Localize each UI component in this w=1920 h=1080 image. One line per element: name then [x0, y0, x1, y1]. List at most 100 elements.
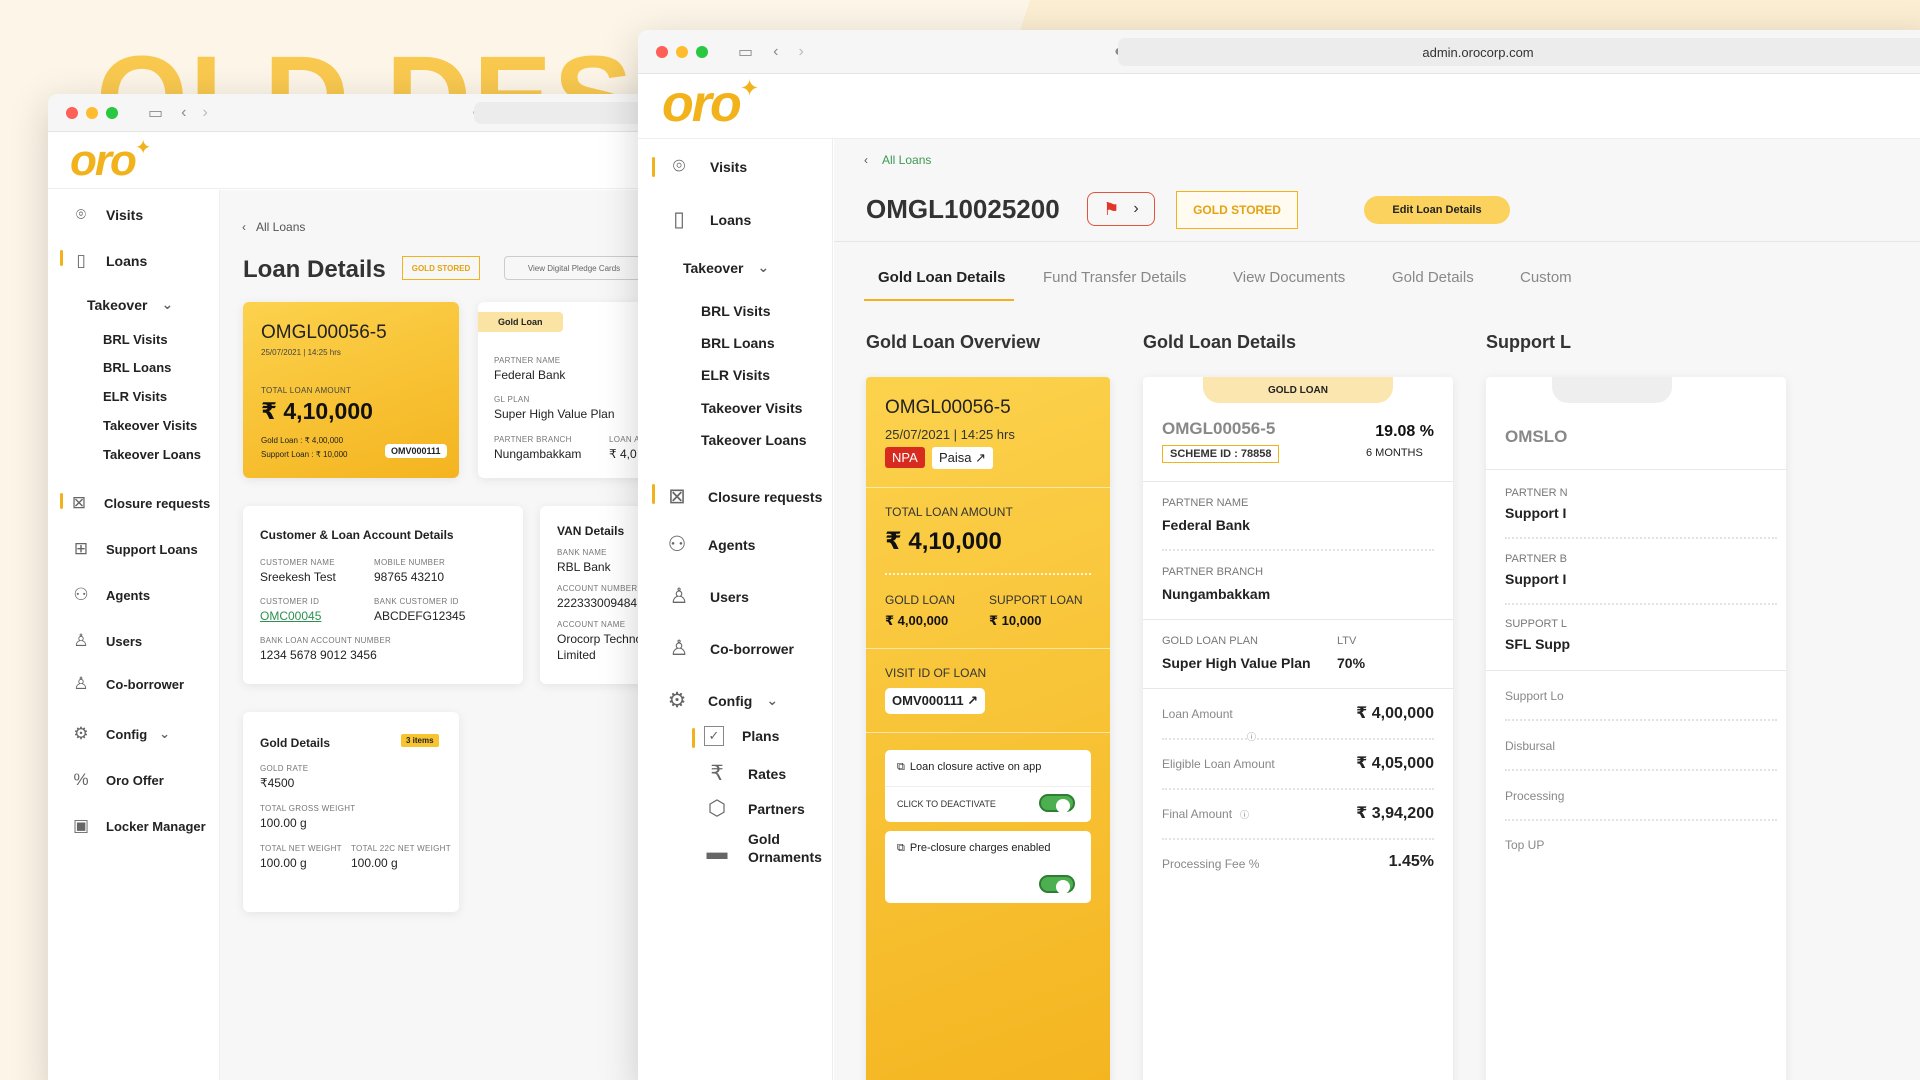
active-indicator [60, 250, 63, 266]
nav-brl-loans[interactable]: BRL Loans [701, 335, 775, 351]
nav-coborrower[interactable]: ♙ Co-borrower [666, 636, 794, 661]
back-link[interactable]: ‹ All Loans [242, 220, 305, 234]
nav-loans[interactable]: ▯ Loans [666, 207, 751, 232]
locker-icon: ▣ [72, 816, 90, 835]
npa-badge: NPA [885, 447, 925, 468]
nav-takeover[interactable]: Takeover ⌄ [683, 259, 769, 276]
plan-value: Super High Value Plan [494, 407, 615, 421]
preclosure-toggle[interactable] [1039, 875, 1075, 894]
customer-id-link[interactable]: OMC00045 [260, 609, 321, 623]
branch-value: Nungambakkam [494, 447, 582, 461]
nav-gold-ornaments[interactable]: ▬ Gold Ornaments [704, 831, 822, 865]
scheme-id-badge: SCHEME ID : 78858 [1162, 445, 1280, 463]
eligible-amount-label: Eligible Loan Amount [1162, 757, 1275, 771]
maximize-window-button[interactable] [696, 45, 708, 58]
gold-loan-label: GOLD LOAN [885, 593, 956, 607]
overview-date: 25/07/2021 | 14:25 hrs [885, 427, 1015, 442]
nav-rates[interactable]: ₹ Rates [704, 761, 786, 786]
closure-toggle-card: ⧉ Loan closure active on app CLICK TO DEA… [885, 750, 1091, 822]
nav-users[interactable]: ♙ Users [70, 630, 142, 652]
edit-loan-details-button[interactable]: Edit Loan Details [1364, 196, 1510, 224]
dotted-divider [1505, 769, 1777, 771]
overview-total-label: TOTAL LOAN AMOUNT [885, 505, 1013, 519]
new-sidebar: ⌾ Visits ▯ Loans Takeover ⌄ BRL Visits BRL … [638, 139, 833, 1080]
support-loan-card: OMSLO PARTNER N Support I PARTNER B Supp… [1486, 377, 1786, 1080]
address-bar[interactable]: admin.orocorp.com [1118, 38, 1920, 66]
info-icon[interactable]: ⓘ [1247, 730, 1257, 743]
tab-view-documents[interactable]: View Documents [1233, 269, 1345, 286]
details-loan-id: OMGL00056-5 [1162, 419, 1276, 438]
nav-plans[interactable]: ✓ Plans [704, 726, 779, 746]
nav-elr-visits[interactable]: ELR Visits [103, 389, 167, 404]
nav-takeover[interactable]: Takeover ⌄ [87, 296, 173, 313]
nav-config[interactable]: ⚙ Config ⌄ [664, 688, 778, 713]
info-icon[interactable]: ⓘ [1240, 810, 1249, 820]
customer-id-label: CUSTOMER ID [260, 597, 320, 606]
close-window-button[interactable] [66, 106, 78, 119]
nav-agents[interactable]: ⚇ Agents [70, 584, 150, 606]
nav-support-loans[interactable]: ⊞ Support Loans [70, 538, 198, 560]
nav-closure-requests[interactable]: ⊠ Closure requests [68, 492, 210, 514]
nav-closure-requests[interactable]: ⊠ Closure requests [664, 484, 822, 509]
nav-takeover-visits[interactable]: Takeover Visits [103, 418, 197, 433]
loan-date: 25/07/2021 | 14:25 hrs [261, 348, 341, 357]
oro-logo[interactable]: oro✦ [662, 74, 759, 134]
loan-summary-card[interactable]: OMGL00056-5 25/07/2021 | 14:25 hrs TOTAL… [243, 302, 459, 478]
maximize-window-button[interactable] [106, 106, 118, 119]
loan-closure-toggle[interactable] [1039, 794, 1075, 813]
forward-arrow-icon[interactable]: › [202, 104, 207, 122]
nav-locker-manager[interactable]: ▣ Locker Manager [70, 815, 206, 837]
visit-id-chip[interactable]: OMV000111 ↗ [885, 688, 986, 714]
chevron-left-icon: ‹ [242, 220, 246, 234]
partner-branch-label: PARTNER BRANCH [1162, 566, 1264, 578]
nav-brl-loans[interactable]: BRL Loans [103, 360, 171, 375]
account-number: 1234 5678 9012 3456 [260, 648, 377, 662]
flag-button[interactable]: ⚑ › [1087, 192, 1155, 226]
support-partner-b: Support I [1505, 571, 1567, 587]
tab-fund-transfer[interactable]: Fund Transfer Details [1043, 269, 1186, 286]
nav-visits[interactable]: ⌾ Visits [70, 204, 143, 226]
back-arrow-icon[interactable]: ‹ [181, 104, 186, 122]
sidebar-toggle-icon[interactable]: ▭ [738, 42, 753, 62]
agents-icon: ⚇ [73, 585, 89, 604]
nav-brl-visits[interactable]: BRL Visits [701, 303, 771, 319]
minimize-window-button[interactable] [676, 45, 688, 58]
sidebar-toggle-icon[interactable]: ▭ [148, 103, 163, 123]
branch-label: PARTNER BRANCH [494, 435, 572, 444]
nav-elr-visits[interactable]: ELR Visits [701, 367, 770, 383]
gold-loan-tag: Gold Loan [478, 312, 563, 332]
forward-arrow-icon[interactable]: › [798, 43, 803, 61]
nav-visits[interactable]: ⌾ Visits [666, 155, 747, 179]
tab-gold-details[interactable]: Gold Details [1392, 269, 1474, 286]
nav-loans[interactable]: ▯ Loans [70, 250, 147, 272]
old-titlebar: ▭ ‹ › ◐ [48, 94, 688, 132]
processing-fee-label: Processing Fee % [1162, 857, 1260, 871]
minimize-window-button[interactable] [86, 106, 98, 119]
nav-agents[interactable]: ⚇ Agents [664, 532, 756, 557]
paisa-chip[interactable]: Paisa ↗ [932, 447, 994, 469]
visit-id-chip[interactable]: OMV000111 [385, 444, 447, 458]
overview-total-amount: ₹ 4,10,000 [885, 528, 1002, 555]
old-main: ‹ All Loans Loan Details GOLD STORED View… [220, 190, 688, 1080]
nav-brl-visits[interactable]: BRL Visits [103, 332, 168, 347]
nav-users[interactable]: ♙ Users [666, 584, 749, 609]
plans-icon: ✓ [704, 726, 724, 746]
close-window-button[interactable] [656, 45, 668, 58]
oro-logo[interactable]: oro✦ [70, 136, 151, 186]
nav-takeover-loans[interactable]: Takeover Loans [701, 432, 807, 448]
view-pledge-cards-button[interactable]: View Digital Pledge Cards [504, 256, 644, 280]
divider [1143, 481, 1453, 482]
nav-takeover-visits[interactable]: Takeover Visits [701, 400, 802, 416]
nav-coborrower[interactable]: ♙ Co-borrower [70, 673, 184, 695]
support-row-3: Processing [1505, 789, 1565, 803]
nav-config[interactable]: ⚙ Config ⌄ [70, 723, 170, 745]
tab-gold-loan-details[interactable]: Gold Loan Details [878, 269, 1006, 286]
nav-oro-offer[interactable]: % Oro Offer [70, 769, 163, 791]
back-link[interactable]: ‹ All Loans [864, 153, 931, 167]
nav-takeover-loans[interactable]: Takeover Loans [103, 447, 201, 462]
tab-customer[interactable]: Custom [1520, 269, 1572, 286]
add-document-icon: ⊞ [73, 539, 89, 558]
back-arrow-icon[interactable]: ‹ [773, 43, 778, 61]
new-design-window: ▭ ‹ › ◐ admin.orocorp.com oro✦ ⌾Visits ▯… [638, 30, 1920, 1080]
nav-partners[interactable]: ⬡ Partners [704, 796, 805, 821]
